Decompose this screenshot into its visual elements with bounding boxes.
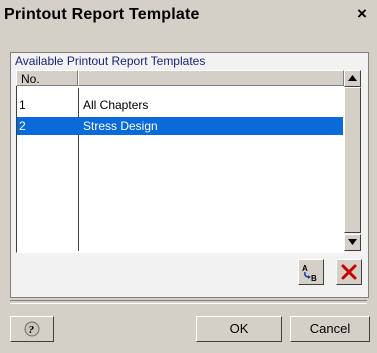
row-name: Stress Design xyxy=(83,119,158,133)
title-bar: Printout Report Template × xyxy=(0,0,377,30)
arrow-up-icon xyxy=(348,75,357,81)
row-number: 2 xyxy=(19,119,26,133)
row-number: 1 xyxy=(19,98,26,112)
svg-text:A: A xyxy=(302,264,308,273)
window-title: Printout Report Template xyxy=(4,6,200,23)
svg-text:?: ? xyxy=(29,324,35,336)
help-button[interactable]: ? xyxy=(10,316,54,342)
footer-separator xyxy=(10,300,367,304)
row-name: All Chapters xyxy=(83,98,149,112)
rename-ab-icon: A B xyxy=(302,264,317,283)
delete-x-icon xyxy=(341,264,357,280)
scroll-down-button[interactable] xyxy=(344,234,361,251)
arrow-down-icon xyxy=(348,239,357,245)
rename-button[interactable]: A B xyxy=(298,259,324,285)
column-header-no[interactable]: No. xyxy=(16,70,78,86)
close-icon[interactable]: × xyxy=(352,4,372,24)
scroll-up-button[interactable] xyxy=(344,70,361,87)
table-row-selected[interactable]: 2 Stress Design xyxy=(17,117,343,135)
cancel-button[interactable]: Cancel xyxy=(290,316,370,342)
table-row[interactable]: 1 All Chapters xyxy=(17,96,343,114)
scroll-thumb[interactable] xyxy=(344,87,361,233)
column-header-name[interactable] xyxy=(78,70,344,86)
delete-button[interactable] xyxy=(336,259,362,285)
svg-text:B: B xyxy=(311,274,317,283)
help-icon: ? xyxy=(24,321,40,337)
table-header: No. xyxy=(16,70,344,88)
group-label: Available Printout Report Templates xyxy=(15,54,206,68)
vertical-scrollbar[interactable] xyxy=(344,70,361,251)
ok-button[interactable]: OK xyxy=(196,316,282,342)
